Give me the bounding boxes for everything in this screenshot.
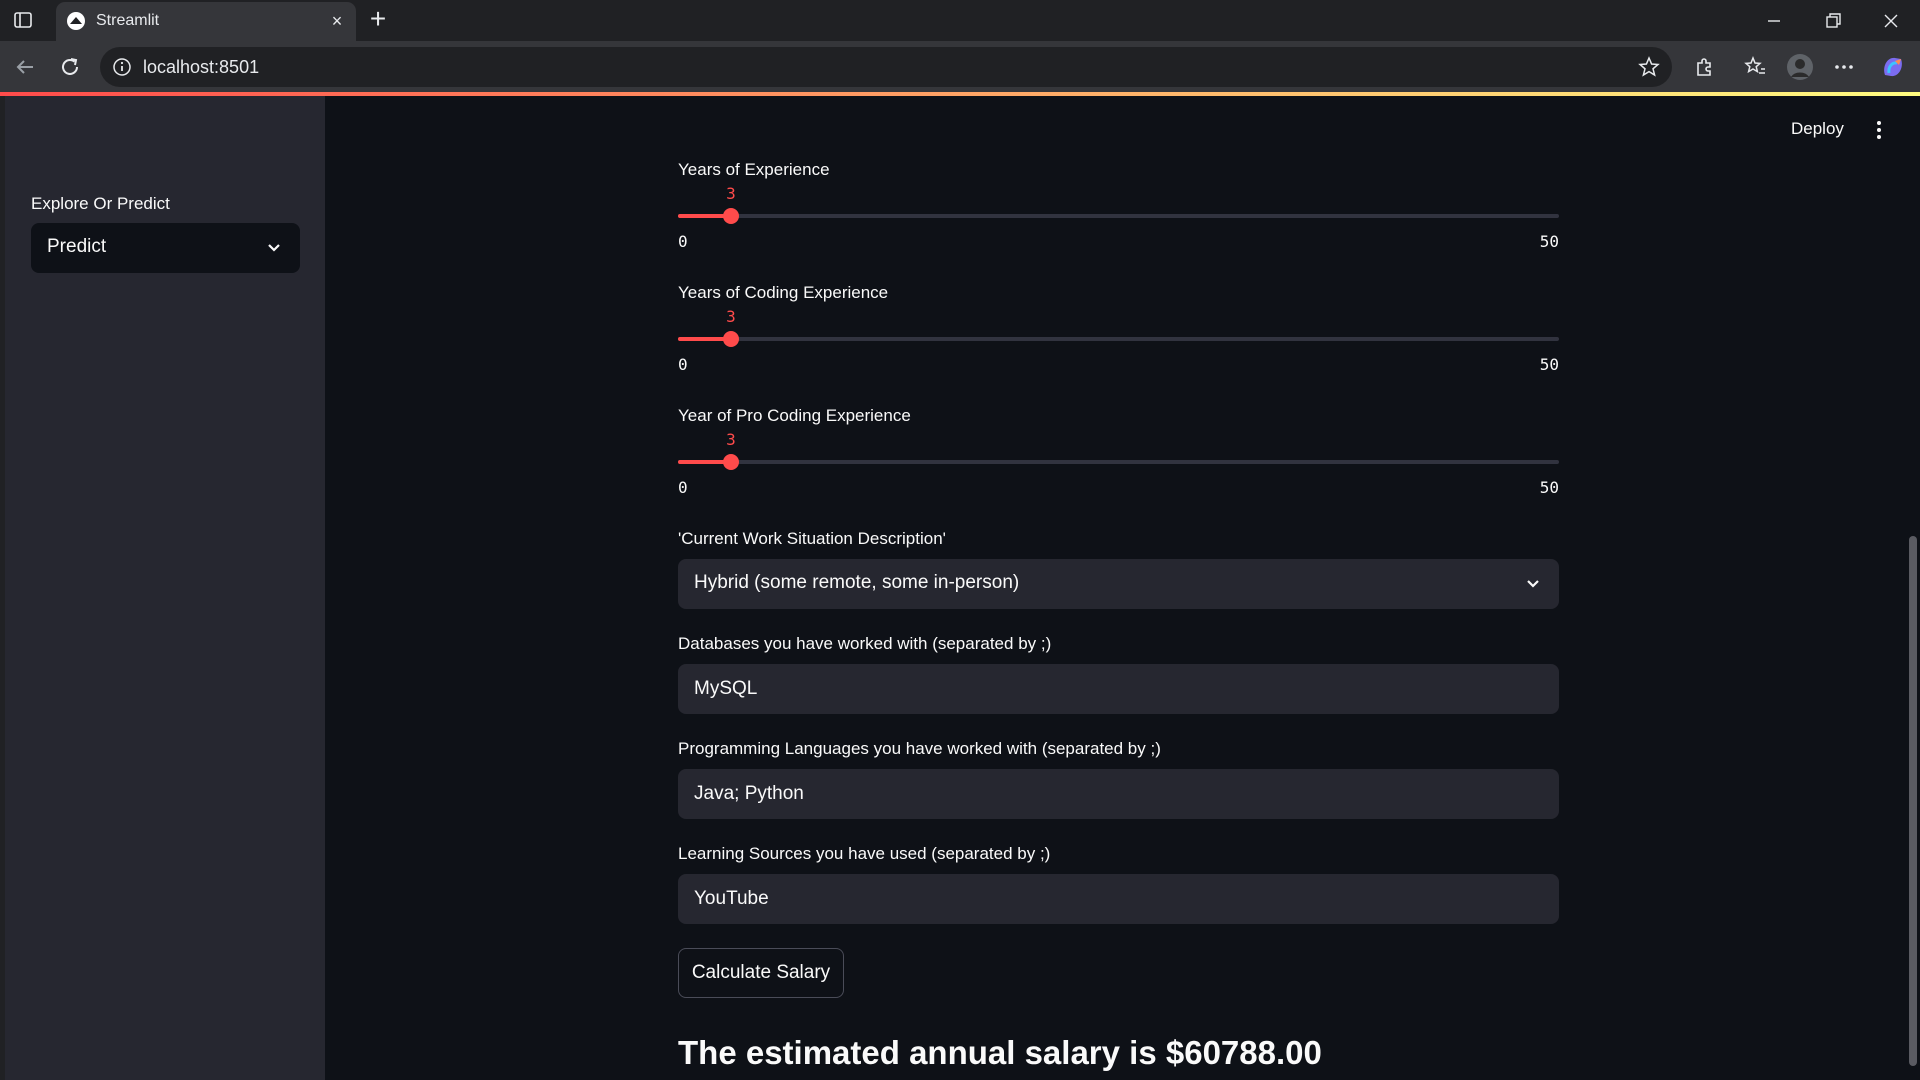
browser-toolbar: localhost:8501 xyxy=(0,41,1920,93)
tab-actions-icon[interactable] xyxy=(13,10,33,30)
slider-max: 50 xyxy=(1539,232,1559,251)
slider-label: Years of Experience xyxy=(678,160,830,179)
streamlit-logo-icon xyxy=(67,12,85,30)
slider-max: 50 xyxy=(1539,355,1559,374)
work-situation-select[interactable]: Hybrid (some remote, some in-person) xyxy=(678,559,1559,609)
restore-icon[interactable] xyxy=(1815,8,1851,34)
databases-field xyxy=(678,664,1559,714)
learning-label: Learning Sources you have used (separate… xyxy=(678,844,1051,863)
slider-value: 3 xyxy=(726,307,736,326)
slider-years-experience: Years of Experience 3 0 50 xyxy=(678,160,1559,251)
streamlit-app: Explore Or Predict Predict Deploy Years … xyxy=(0,96,1920,1080)
work-situation-label: 'Current Work Situation Description' xyxy=(678,529,946,548)
languages-label: Programming Languages you have worked wi… xyxy=(678,739,1161,758)
extensions-icon[interactable] xyxy=(1691,54,1717,80)
url-text: localhost:8501 xyxy=(143,57,260,77)
chevron-down-icon xyxy=(268,244,280,252)
slider-label: Year of Pro Coding Experience xyxy=(678,406,911,425)
learning-field xyxy=(678,874,1559,924)
bookmark-star-icon[interactable] xyxy=(1638,56,1660,78)
copilot-icon[interactable] xyxy=(1879,53,1907,81)
browser-tab[interactable]: Streamlit × xyxy=(56,2,356,41)
slider-track[interactable] xyxy=(678,331,1559,347)
favorites-icon[interactable] xyxy=(1742,54,1768,80)
slider-value: 3 xyxy=(726,184,736,203)
back-icon[interactable] xyxy=(12,54,38,80)
close-tab-icon[interactable]: × xyxy=(328,12,346,30)
calculate-widget: Calculate Salary xyxy=(678,948,1559,1000)
slider-thumb[interactable] xyxy=(723,331,739,347)
databases-widget: Databases you have worked with (separate… xyxy=(678,634,1559,714)
more-options-icon[interactable] xyxy=(1831,54,1857,80)
main-menu-icon[interactable] xyxy=(1873,118,1885,142)
salary-result-heading: The estimated annual salary is $60788.00 xyxy=(678,1034,1322,1071)
tab-title: Streamlit xyxy=(96,12,160,29)
slider-thumb[interactable] xyxy=(723,208,739,224)
chevron-down-icon xyxy=(1527,580,1539,588)
learning-widget: Learning Sources you have used (separate… xyxy=(678,844,1559,924)
languages-input[interactable] xyxy=(678,769,1559,819)
deploy-button[interactable]: Deploy xyxy=(1791,119,1844,139)
browser-tab-bar: Streamlit × + xyxy=(0,0,1920,41)
slider-thumb[interactable] xyxy=(723,454,739,470)
databases-input[interactable] xyxy=(678,664,1559,714)
slider-track[interactable] xyxy=(678,454,1559,470)
page-scrollbar[interactable] xyxy=(1909,536,1917,1066)
slider-pro-coding-experience: Year of Pro Coding Experience 3 0 50 xyxy=(678,406,1559,497)
result-widget: The estimated annual salary is $60788.00 xyxy=(678,1034,1559,1080)
close-window-icon[interactable] xyxy=(1873,8,1909,34)
sidebar: Explore Or Predict Predict xyxy=(5,96,325,1080)
slider-min: 0 xyxy=(678,355,688,374)
slider-label: Years of Coding Experience xyxy=(678,283,889,302)
languages-field xyxy=(678,769,1559,819)
calculate-salary-button[interactable]: Calculate Salary xyxy=(678,948,844,998)
work-situation-selected: Hybrid (some remote, some in-person) xyxy=(694,572,1020,593)
address-bar[interactable]: localhost:8501 xyxy=(100,47,1672,87)
sidebar-select-label: Explore Or Predict xyxy=(31,194,170,213)
explore-predict-selected: Predict xyxy=(47,236,107,257)
minimize-icon[interactable] xyxy=(1756,8,1792,34)
learning-input[interactable] xyxy=(678,874,1559,924)
slider-min: 0 xyxy=(678,232,688,251)
slider-coding-experience: Years of Coding Experience 3 0 50 xyxy=(678,283,1559,374)
reload-icon[interactable] xyxy=(57,54,83,80)
slider-min: 0 xyxy=(678,478,688,497)
new-tab-icon[interactable]: + xyxy=(366,5,390,33)
slider-max: 50 xyxy=(1539,478,1559,497)
databases-label: Databases you have worked with (separate… xyxy=(678,634,1052,653)
slider-value: 3 xyxy=(726,430,736,449)
site-info-icon[interactable] xyxy=(112,57,132,77)
slider-track[interactable] xyxy=(678,208,1559,224)
languages-widget: Programming Languages you have worked wi… xyxy=(678,739,1559,819)
explore-predict-select[interactable]: Predict xyxy=(31,223,300,273)
profile-avatar-icon[interactable] xyxy=(1786,53,1814,81)
work-situation-widget: 'Current Work Situation Description' Hyb… xyxy=(678,529,1559,609)
